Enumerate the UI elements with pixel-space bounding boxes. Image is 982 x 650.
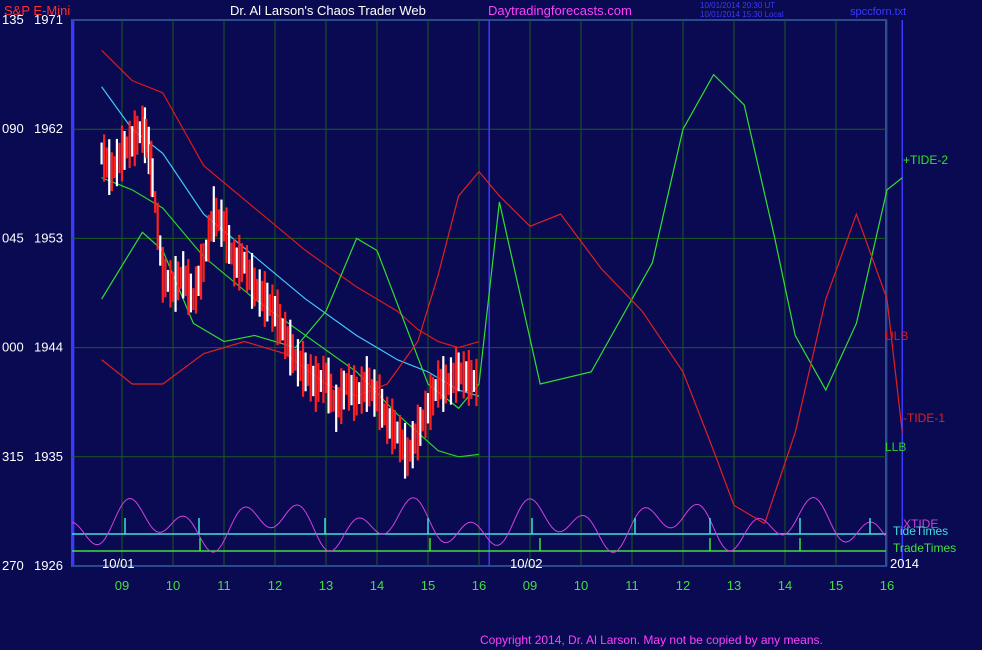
label-ulb: ULB (885, 329, 908, 343)
chart-title: Dr. Al Larson's Chaos Trader Web (230, 3, 426, 18)
y-tick-label-right: 1935 (34, 449, 63, 464)
x-tick-label: 10 (574, 578, 588, 593)
x-tick-label: 09 (523, 578, 537, 593)
label-tide1: -TIDE-1 (903, 411, 945, 425)
file-label: spccforn.txt (850, 6, 906, 18)
year-label: 2014 (890, 556, 919, 571)
date-label: 10/02 (510, 556, 543, 571)
x-tick-label: 11 (217, 578, 231, 593)
date-label: 10/01 (102, 556, 135, 571)
label-llb: LLB (885, 440, 906, 454)
y-tick-label-right: 1962 (34, 121, 63, 136)
x-tick-label: 13 (319, 578, 333, 593)
chaos-trader-chart: 135 1971090 1962045 1953000 1944315 1935270 19… (2, 1, 956, 647)
label-tide-times: TideTimes (893, 524, 948, 538)
timestamp-local: 10/01/2014 15:30 Local (700, 10, 784, 19)
x-tick-label: 12 (676, 578, 690, 593)
x-tick-label: 09 (115, 578, 129, 593)
x-tick-label: 16 (880, 578, 894, 593)
label-trade-times: TradeTimes (893, 541, 956, 555)
x-tick-label: 13 (727, 578, 741, 593)
series-ulb (101, 49, 480, 349)
y-tick-label-left: 045 (2, 230, 24, 245)
x-tick-label: 14 (370, 578, 384, 593)
site-label: Daytradingforecasts.com (488, 3, 632, 18)
price-bars (100, 105, 478, 479)
x-tick-label: 10 (166, 578, 180, 593)
copyright: Copyright 2014, Dr. Al Larson. May not b… (480, 633, 823, 647)
y-tick-label-left: 000 (2, 340, 24, 355)
y-tick-label-left: 315 (2, 449, 24, 464)
label-tide2: +TIDE-2 (903, 153, 948, 167)
y-tick-label-right: 1944 (34, 340, 63, 355)
x-tick-label: 11 (625, 578, 639, 593)
x-tick-label: 14 (778, 578, 792, 593)
chart-series (101, 49, 903, 525)
symbol-label: S&P E-Mini (4, 3, 70, 18)
y-tick-label-right: 1926 (34, 558, 63, 573)
x-tick-label: 15 (829, 578, 843, 593)
y-tick-label-right: 1953 (34, 230, 63, 245)
x-tick-label: 15 (421, 578, 435, 593)
y-tick-label-left: 090 (2, 121, 24, 136)
x-tick-label: 12 (268, 578, 282, 593)
x-tick-label: 16 (472, 578, 486, 593)
timestamp-ut: 10/01/2014 20:30 UT (700, 1, 775, 10)
y-tick-label-left: 270 (2, 558, 24, 573)
